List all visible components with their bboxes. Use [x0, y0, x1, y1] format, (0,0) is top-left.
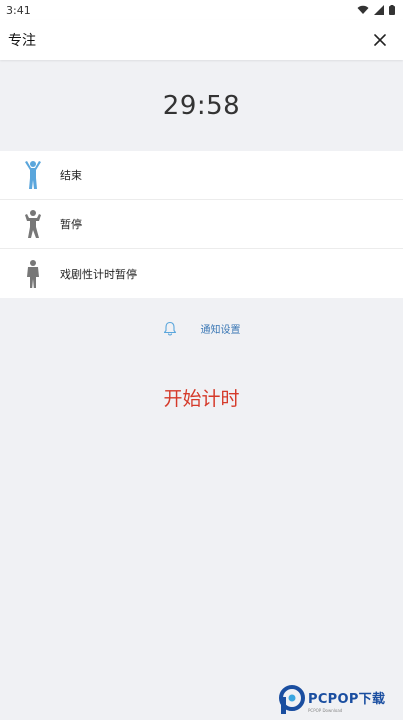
options-list: 结束 暂停 戏剧性计时暂停 [0, 151, 403, 298]
battery-icon [389, 5, 395, 15]
person-standing-icon [22, 257, 44, 291]
start-timer-button[interactable]: 开始计时 [0, 382, 403, 412]
status-time: 3:41 [6, 3, 31, 17]
option-label: 结束 [60, 169, 82, 182]
timer-area: 29:58 [0, 60, 403, 151]
person-flexing-icon [22, 207, 44, 241]
watermark-text: PCPOP下载 [308, 691, 386, 707]
option-pause[interactable]: 暂停 [0, 200, 403, 249]
watermark-subtext: PCPOP Download [308, 707, 343, 713]
watermark-logo: PCPOP下载 PCPOP Download [279, 684, 403, 716]
signal-icon [374, 5, 384, 15]
wifi-icon [357, 5, 369, 14]
person-arms-up-icon [22, 158, 44, 192]
notification-settings-link[interactable]: 通知设置 [0, 316, 403, 340]
pcpop-logo-icon [279, 685, 305, 714]
page-title: 专注 [8, 33, 36, 49]
app-bar: 专注 [0, 20, 403, 60]
notification-settings-label: 通知设置 [200, 324, 241, 336]
close-icon [374, 34, 386, 46]
close-button[interactable] [369, 29, 391, 51]
status-icons [357, 5, 395, 15]
status-bar: 3:41 [0, 0, 403, 20]
bell-icon [163, 321, 176, 335]
option-label: 戏剧性计时暂停 [60, 267, 137, 281]
option-dramatic-pause[interactable]: 戏剧性计时暂停 [0, 249, 403, 298]
timer-display: 29:58 [162, 90, 241, 121]
option-end[interactable]: 结束 [0, 151, 403, 200]
option-label: 暂停 [60, 218, 82, 231]
